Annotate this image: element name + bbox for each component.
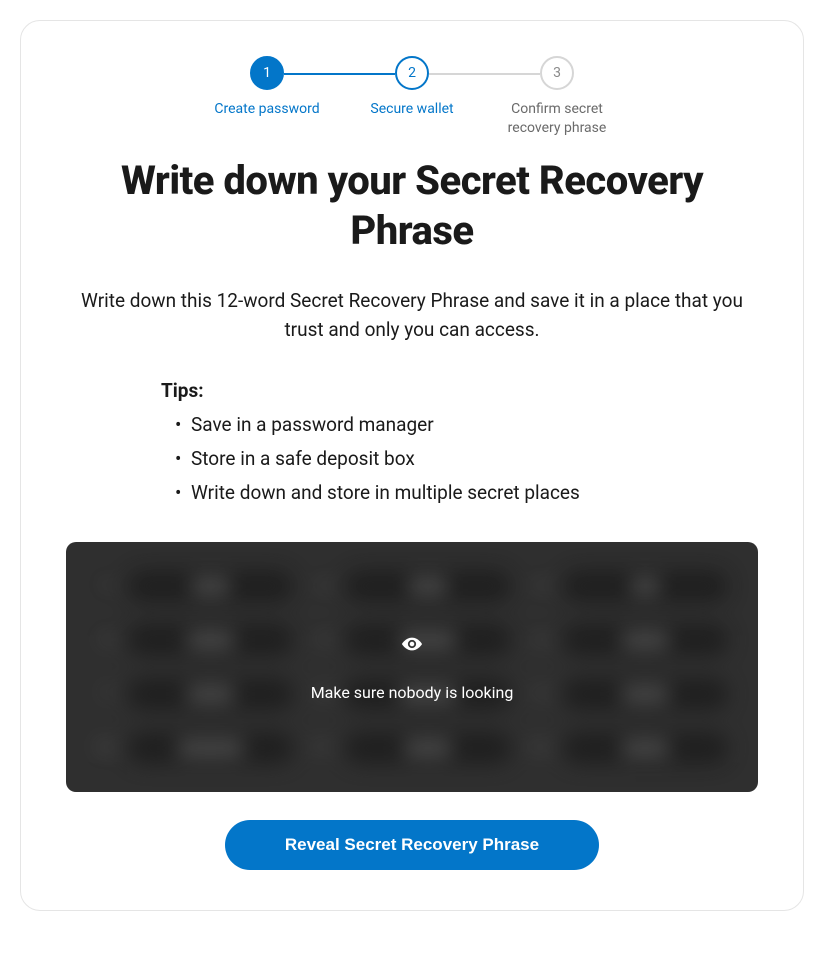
step-3: 3 Confirm secret recovery phrase [485,56,630,138]
tips-item: Store in a safe deposit box [175,442,698,476]
reveal-button-wrap: Reveal Secret Recovery Phrase [66,820,758,870]
step-3-label: Confirm secret recovery phrase [485,100,630,138]
step-2-circle: 2 [395,56,429,90]
step-connector-2 [429,73,540,75]
tips-heading: Tips: [161,379,698,402]
tips-item: Write down and store in multiple secret … [175,476,698,510]
stepper: 1 Create password 2 Secure wallet 3 Conf… [66,56,758,138]
step-connector-1 [284,73,395,75]
onboarding-card: 1 Create password 2 Secure wallet 3 Conf… [20,20,804,911]
page-title: Write down your Secret Recovery Phrase [66,156,758,256]
step-2-label: Secure wallet [370,100,453,119]
phrase-overlay: Make sure nobody is looking [66,542,758,792]
step-1-circle: 1 [250,56,284,90]
page-subtitle: Write down this 12-word Secret Recovery … [66,286,758,345]
step-2: 2 Secure wallet [340,56,485,119]
tips-list: Save in a password manager Store in a sa… [161,408,698,511]
tips-section: Tips: Save in a password manager Store i… [161,379,698,511]
step-1-label: Create password [214,100,319,119]
reveal-button[interactable]: Reveal Secret Recovery Phrase [225,820,599,870]
phrase-overlay-text: Make sure nobody is looking [311,683,514,702]
tips-item: Save in a password manager [175,408,698,442]
step-3-circle: 3 [540,56,574,90]
recovery-phrase-panel[interactable]: 1.████ 2.████ 3.███ 4.█████ 5.██████ 6.█… [66,542,758,792]
eye-icon [401,633,423,659]
step-1: 1 Create password [195,56,340,119]
